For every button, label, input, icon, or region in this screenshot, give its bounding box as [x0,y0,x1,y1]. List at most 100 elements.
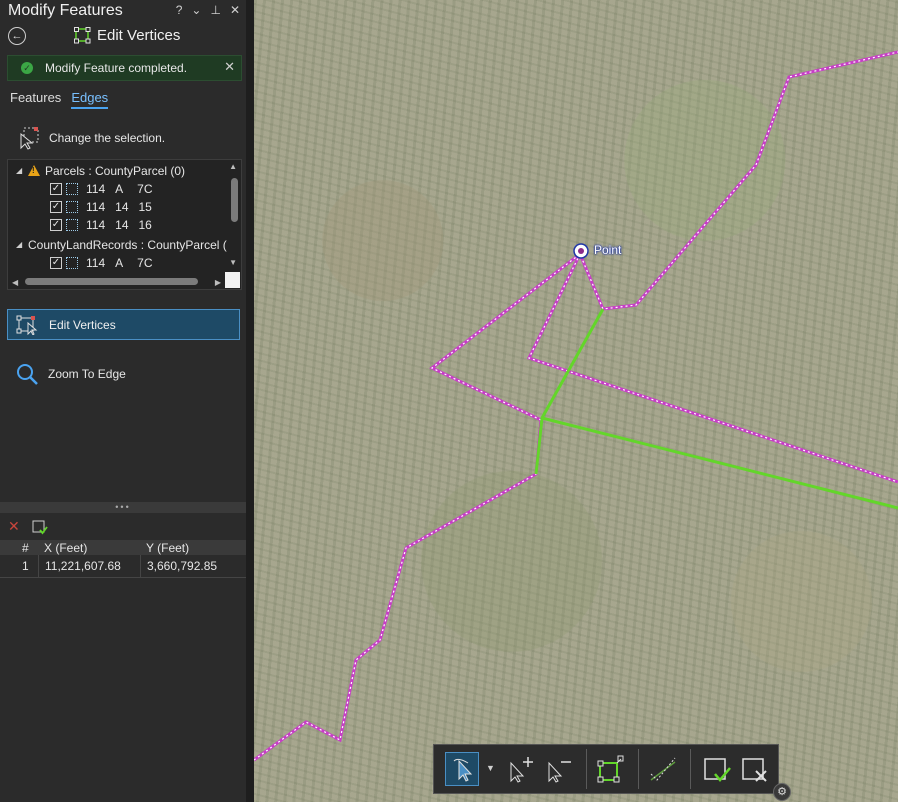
point-label: Point [594,243,622,257]
dismiss-notice-icon[interactable]: ✕ [224,59,235,75]
warning-icon: ! [28,165,40,176]
cell-x[interactable]: 11,221,607.68 [38,555,140,577]
item-field: 16 [138,217,152,232]
tree-group-parcels[interactable]: ◢ ! Parcels : CountyParcel (0) [8,162,185,179]
item-field: 14 [115,199,129,214]
item-field: 7C [137,181,153,196]
point-marker-center [578,248,584,254]
select-vertex-button[interactable] [445,752,479,786]
reshape-icon [597,755,624,783]
polygon-feature-icon [66,182,78,195]
checkbox-checked[interactable]: ✓ [50,256,62,269]
item-field: 15 [138,199,152,214]
tree-group-label: CountyLandRecords : CountyParcel ( [28,237,227,252]
scroll-down-icon[interactable]: ▼ [229,258,237,267]
tab-features[interactable]: Features [10,90,61,109]
change-selection-icon [20,127,39,150]
finish-icon [704,758,731,782]
pane-tabs: Features Edges [10,90,109,109]
tree-item[interactable]: ✓ 114 14 16 [8,216,152,233]
parcel-boundary[interactable] [528,253,898,483]
zoom-to-edge-button[interactable]: Zoom To Edge [7,358,240,389]
scroll-left-icon[interactable]: ◀ [12,278,18,287]
continue-feature-button[interactable] [646,752,680,786]
continue-feature-icon [650,757,676,781]
item-field: 114 [86,199,106,214]
reshape-button[interactable] [594,752,628,786]
notice-text: Modify Feature completed. [45,61,188,75]
change-selection-button[interactable]: Change the selection. [17,126,165,150]
vertex-grid: # X (Feet) Y (Feet) 1 11,221,607.68 3,66… [0,540,246,578]
gear-icon[interactable]: ⚙ [773,783,791,801]
delete-vertex-icon[interactable]: ✕ [8,518,20,535]
polygon-feature-icon [66,256,78,269]
selected-edge[interactable] [534,308,605,475]
finish-button[interactable] [700,752,734,786]
toolbar-separator [586,749,587,789]
cell-index: 1 [22,559,29,573]
edit-vertices-button[interactable]: Edit Vertices [7,309,240,340]
options-chevron-icon[interactable]: ⌄ [191,3,201,17]
update-vertex-icon[interactable] [32,519,48,535]
cancel-icon [742,758,767,782]
parcel-boundary[interactable] [254,50,898,762]
grid-header: # X (Feet) Y (Feet) [0,540,246,555]
item-field: 7C [137,255,153,270]
pane-divider[interactable] [246,0,254,802]
tree-item[interactable]: ✓ 114 A 7C [8,254,153,271]
cell-y[interactable]: 3,660,792.85 [140,555,244,577]
vertex-grid-tools: ✕ [8,518,48,535]
parcel-boundary[interactable] [254,51,898,761]
tree-item[interactable]: ✓ 114 14 15 [8,198,152,215]
map-features [254,50,898,762]
vertical-scrollbar[interactable] [231,178,238,222]
tree-group-countylandrecords[interactable]: ◢ CountyLandRecords : CountyParcel ( [8,236,227,253]
tree-item[interactable]: ✓ 114 A 7C [8,180,153,197]
item-field: 114 [86,255,106,270]
back-arrow-icon[interactable]: ← [8,27,26,45]
change-selection-label: Change the selection. [49,131,166,145]
tool-header: Edit Vertices [74,27,180,44]
item-field: A [115,255,124,270]
magnifier-icon [17,363,38,385]
delete-vertex-button[interactable] [542,752,576,786]
scroll-up-icon[interactable]: ▲ [229,162,237,171]
edit-vertices-toolbar: ▼ [433,744,779,794]
col-header-x: X (Feet) [44,540,88,555]
col-header-index: # [22,540,29,555]
pane-title-controls: ? ⌄ ⊥ ✕ [176,3,240,17]
delete-vertex-icon [548,761,571,783]
item-field: 114 [86,217,106,232]
table-row[interactable]: 1 11,221,607.68 3,660,792.85 [0,555,246,578]
item-field: 114 [86,181,106,196]
parcel-boundary[interactable] [526,253,898,484]
tool-dropdown-icon[interactable]: ▼ [486,763,495,773]
horizontal-scrollbar[interactable] [25,278,198,285]
tree-group-label: Parcels : CountyParcel (0) [45,163,186,178]
polygon-feature-icon [66,218,78,231]
status-notice: ✓ Modify Feature completed. ✕ [7,55,242,81]
pin-icon[interactable]: ⊥ [210,3,220,17]
select-vertex-icon [453,758,473,782]
item-field: A [115,181,124,196]
checkbox-checked[interactable]: ✓ [50,200,62,213]
pane-title: Modify Features [8,2,123,19]
collapse-caret-icon[interactable]: ◢ [16,166,24,175]
scroll-right-icon[interactable]: ▶ [215,278,221,287]
toolbar-separator [638,749,639,789]
collapse-caret-icon[interactable]: ◢ [16,240,24,249]
zoom-to-edge-label: Zoom To Edge [48,366,126,381]
modify-features-pane: Modify Features ? ⌄ ⊥ ✕ ← Edit Vertices … [0,0,246,802]
polygon-feature-icon [66,200,78,213]
add-vertex-button[interactable] [504,752,538,786]
tab-edges[interactable]: Edges [71,90,109,109]
toolbar-separator [690,749,691,789]
cancel-button[interactable] [738,752,772,786]
close-pane-icon[interactable]: ✕ [230,3,240,17]
checkbox-checked[interactable]: ✓ [50,218,62,231]
splitter-handle[interactable]: ••• [0,502,246,513]
success-check-icon: ✓ [21,62,33,74]
map-view[interactable]: Point ▼ [254,0,898,802]
checkbox-checked[interactable]: ✓ [50,182,62,195]
help-icon[interactable]: ? [176,3,183,17]
